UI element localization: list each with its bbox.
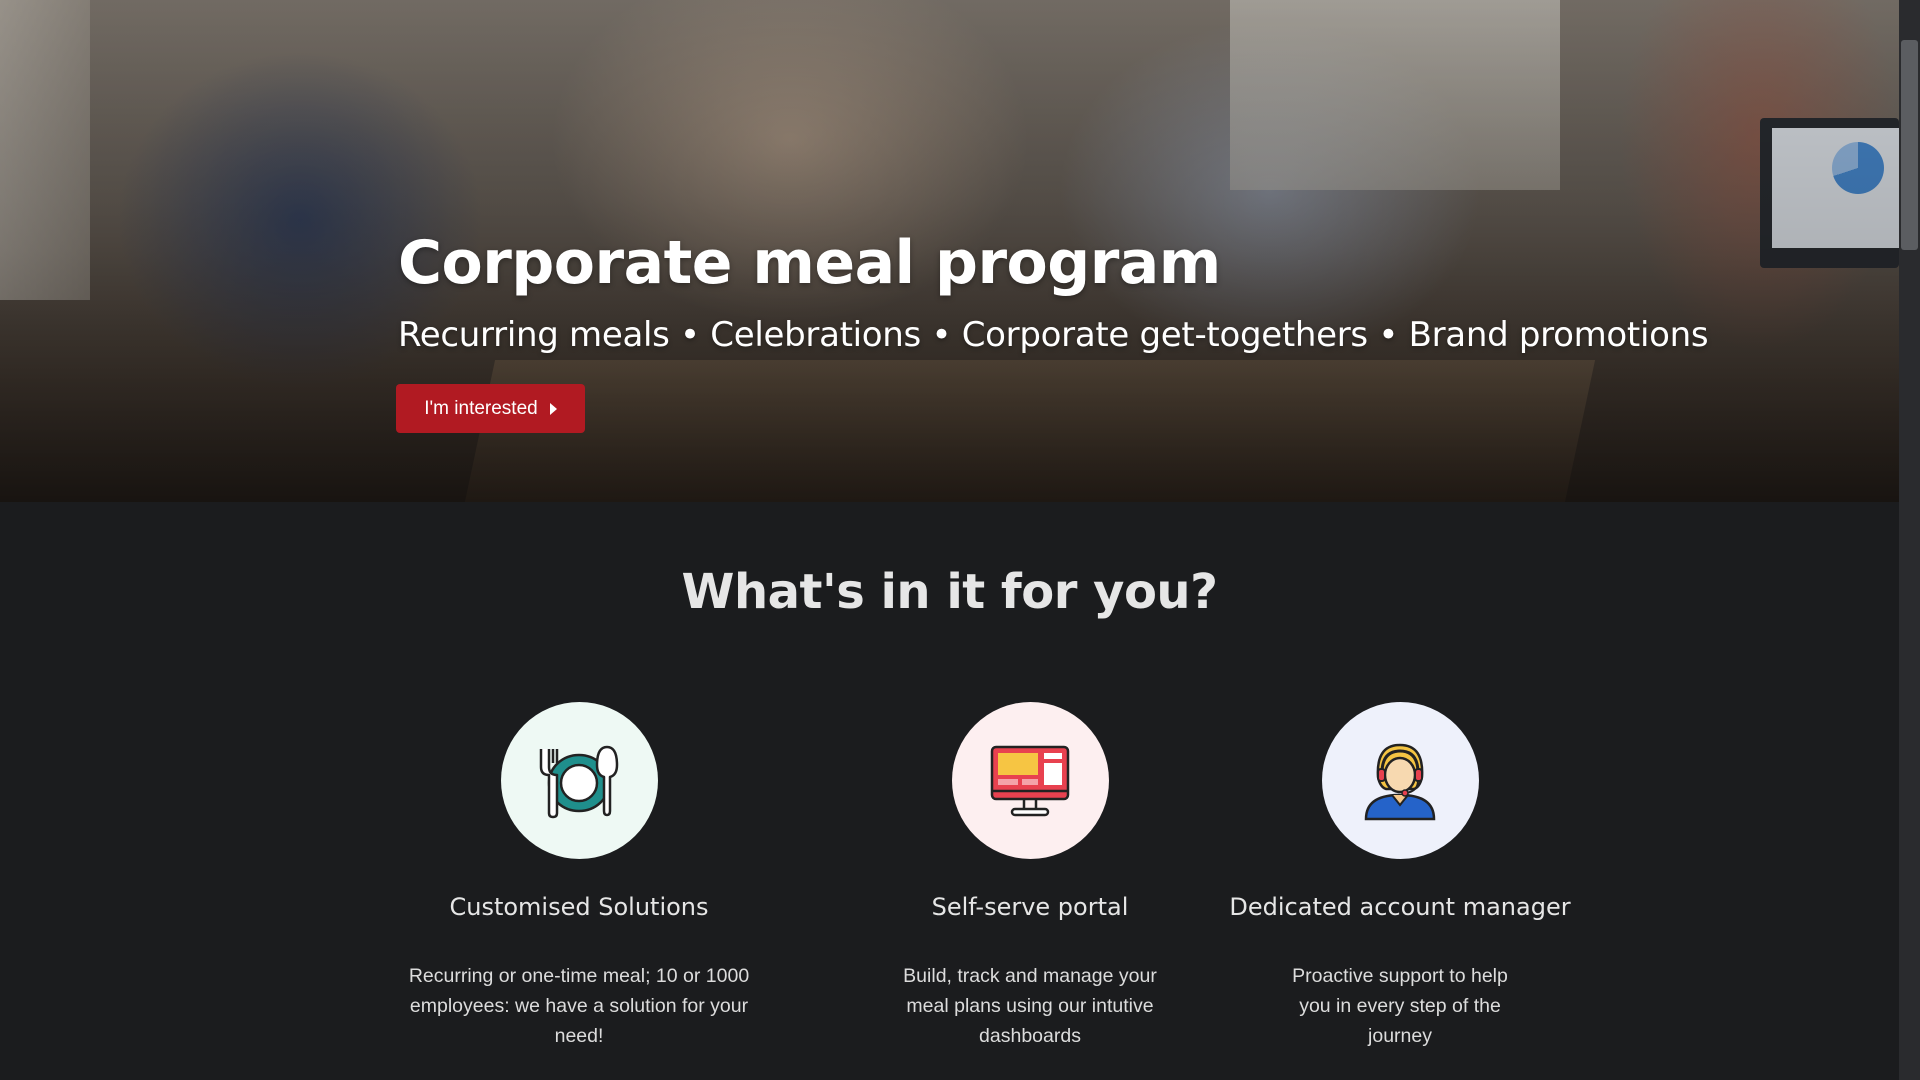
- benefit-title: Dedicated account manager: [1229, 893, 1571, 921]
- benefit-title: Self-serve portal: [931, 893, 1129, 921]
- hero-subtitle: Recurring meals • Celebrations • Corpora…: [398, 315, 1709, 355]
- benefit-card-dedicated-account-manager: Dedicated account manager Proactive supp…: [1190, 702, 1610, 1051]
- benefit-title: Customised Solutions: [449, 893, 709, 921]
- monitor-dashboard-icon: [951, 702, 1109, 859]
- page: Corporate meal program Recurring meals •…: [0, 0, 1920, 1080]
- benefit-card-self-serve-portal: Self-serve portal Build, track and manag…: [820, 702, 1240, 1051]
- caret-right-icon: [549, 402, 557, 415]
- page-scrollbar[interactable]: [1899, 0, 1920, 1080]
- benefit-description: Recurring or one-time meal; 10 or 1000 e…: [408, 965, 750, 1047]
- benefit-card-customised-solutions: Customised Solutions Recurring or one-ti…: [369, 702, 789, 1051]
- cutlery-plate-icon: [500, 702, 658, 859]
- hero-banner: Corporate meal program Recurring meals •…: [0, 0, 1899, 502]
- headset-agent-icon: [1321, 702, 1479, 859]
- hero-title: Corporate meal program: [398, 228, 1221, 298]
- benefit-description: Build, track and manage your meal plans …: [903, 965, 1157, 1047]
- benefit-description: Proactive support to help you in every s…: [1292, 965, 1508, 1047]
- benefits-heading: What's in it for you?: [681, 564, 1218, 620]
- im-interested-button[interactable]: I'm interested: [396, 384, 585, 433]
- cta-label: I'm interested: [424, 397, 538, 419]
- scrollbar-thumb[interactable]: [1901, 40, 1918, 250]
